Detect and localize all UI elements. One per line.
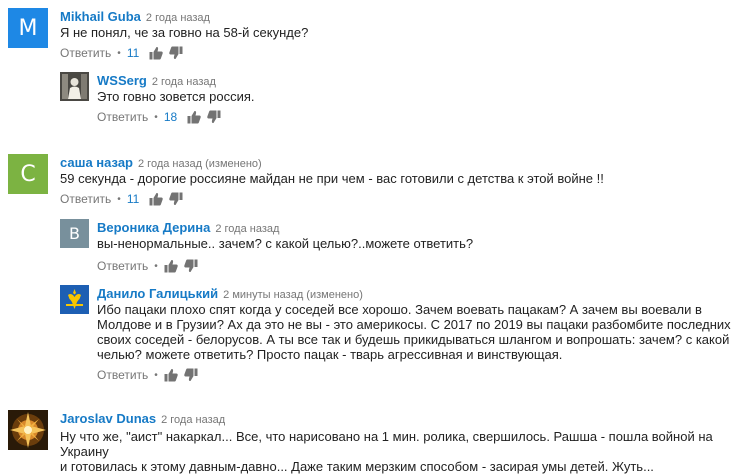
reply-button[interactable]: Ответить — [60, 46, 111, 60]
star-icon — [8, 410, 48, 450]
avatar[interactable] — [60, 72, 89, 101]
avatar[interactable]: M — [8, 8, 48, 48]
thumb-up-icon[interactable] — [164, 368, 178, 382]
timestamp[interactable]: 2 года назад — [215, 223, 279, 235]
separator-dot: • — [117, 47, 121, 59]
author-name[interactable]: саша назар — [60, 155, 133, 170]
comment-text-line: Ну что же, "аист" накаркал... Все, что н… — [60, 429, 713, 459]
separator-dot: • — [154, 260, 158, 272]
user-photo-icon — [60, 72, 89, 101]
avatar-letter: B — [69, 224, 80, 243]
comment-text-line: Молдове и в Грузии? Ах да это не вы - эт… — [97, 317, 731, 332]
author-name[interactable]: Jaroslav Dunas — [60, 411, 156, 426]
comment-actions: Ответить • 18 — [97, 110, 227, 124]
author-name[interactable]: Mikhail Guba — [60, 9, 141, 24]
avatar[interactable]: C — [8, 154, 48, 194]
avatar[interactable] — [60, 285, 89, 314]
thumb-down-icon[interactable] — [169, 46, 183, 60]
reply-comment: B Вероника Дерина 2 года назад вы-ненорма… — [60, 219, 750, 277]
avatar[interactable] — [8, 410, 48, 450]
comment-header: саша назар 2 года назад (изменено) — [60, 154, 262, 172]
avatar-letter: C — [20, 161, 36, 187]
comment-header: Mikhail Guba 2 года назад — [60, 8, 210, 26]
thumb-up-icon[interactable] — [149, 46, 164, 60]
comment: C саша назар 2 года назад (изменено) 59 с… — [8, 154, 748, 212]
separator-dot: • — [117, 193, 121, 205]
thumb-down-icon[interactable] — [207, 110, 221, 124]
comment-text: вы-ненормальные.. зачем? с какой целью?.… — [97, 236, 474, 251]
like-count: 11 — [126, 192, 140, 206]
separator-dot: • — [154, 369, 158, 381]
comment-actions: Ответить • — [97, 259, 204, 273]
comment-text-line: Ибо пацаки плохо спят когда у соседей вс… — [97, 302, 702, 317]
comment-actions: Ответить • 11 — [60, 46, 189, 60]
timestamp[interactable]: 2 года назад (изменено) — [138, 158, 262, 170]
comment-text-line: своих соседей - белорусов. А ты все так … — [97, 332, 730, 347]
coat-of-arms-icon — [60, 285, 89, 314]
comment-header: Jaroslav Dunas 2 года назад — [60, 410, 225, 428]
like-count: 18 — [163, 110, 178, 124]
comment-header: Вероника Дерина 2 года назад — [97, 219, 279, 237]
thumb-down-icon[interactable] — [169, 192, 183, 206]
author-name[interactable]: Вероника Дерина — [97, 220, 210, 235]
comment-text: Я не понял, че за говно на 58-й секунде? — [60, 25, 309, 40]
avatar[interactable]: B — [60, 219, 89, 248]
reply-button[interactable]: Ответить — [97, 110, 148, 124]
timestamp[interactable]: 2 года назад — [161, 414, 225, 426]
reply-button[interactable]: Ответить — [97, 259, 148, 273]
reply-comment: WSSerg 2 года назад Это говно зовется рос… — [60, 72, 750, 130]
comment-text: Это говно зовется россия. — [97, 89, 255, 104]
avatar-letter: M — [18, 15, 38, 41]
author-name[interactable]: Данило Галицький — [97, 286, 218, 301]
comment: Jaroslav Dunas 2 года назад Ну что же, "а… — [8, 410, 753, 474]
timestamp[interactable]: 2 года назад — [152, 76, 216, 88]
comment-text: 59 секунда - дорогие россияне майдан не … — [60, 171, 604, 186]
comment-text: Ибо пацаки плохо спят когда у соседей вс… — [97, 302, 747, 362]
timestamp[interactable]: 2 минуты назад (изменено) — [223, 289, 363, 301]
thumb-up-icon[interactable] — [149, 192, 164, 206]
comment-header: Данило Галицький 2 минуты назад (изменено… — [97, 285, 363, 303]
timestamp[interactable]: 2 года назад — [146, 12, 210, 24]
thumb-up-icon[interactable] — [187, 110, 201, 124]
reply-comment: Данило Галицький 2 минуты назад (изменено… — [60, 285, 750, 385]
reply-button[interactable]: Ответить — [60, 192, 111, 206]
comment-text-line: и готовилась к этому давным-давно... Даж… — [60, 459, 654, 474]
thumb-up-icon[interactable] — [164, 259, 178, 273]
comment: M Mikhail Guba 2 года назад Я не понял, ч… — [8, 8, 748, 66]
thumb-down-icon[interactable] — [184, 259, 198, 273]
comment-actions: Ответить • — [97, 368, 204, 382]
separator-dot: • — [154, 111, 158, 123]
reply-button[interactable]: Ответить — [97, 368, 148, 382]
comment-text: Ну что же, "аист" накаркал... Все, что н… — [60, 429, 750, 474]
thumb-down-icon[interactable] — [184, 368, 198, 382]
author-name[interactable]: WSSerg — [97, 73, 147, 88]
comment-text-line: челью? можете ответить? Просто пацак - т… — [97, 347, 563, 362]
comment-header: WSSerg 2 года назад — [97, 72, 216, 90]
like-count: 11 — [126, 46, 140, 60]
comment-actions: Ответить • 11 — [60, 192, 189, 206]
